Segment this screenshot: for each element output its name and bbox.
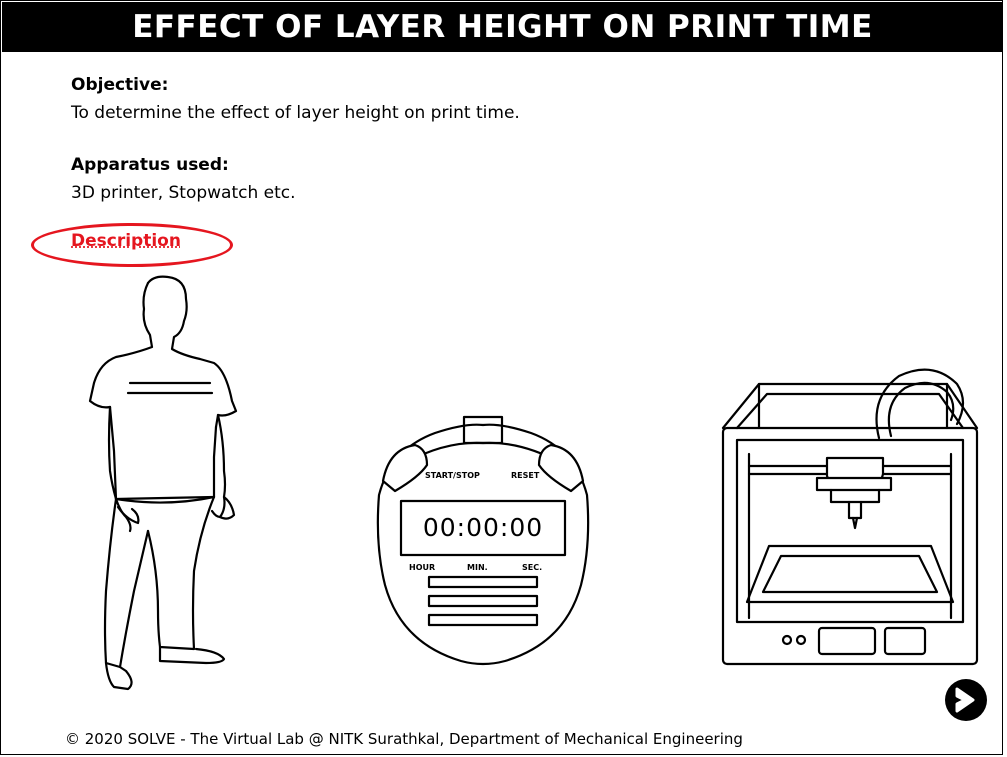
description-link-wrapper[interactable]: Description (31, 223, 233, 267)
page-title: EFFECT OF LAYER HEIGHT ON PRINT TIME (2, 2, 1003, 52)
stopwatch-sec-label: SEC. (522, 563, 543, 572)
objective-heading: Objective: (71, 75, 169, 95)
stopwatch-min-label: MIN. (467, 563, 488, 572)
next-button[interactable] (945, 679, 987, 721)
stopwatch-time-display: 00:00:00 (422, 512, 544, 542)
person-illustration (88, 275, 238, 691)
apparatus-heading: Apparatus used: (71, 155, 229, 175)
stopwatch-hour-label: HOUR (409, 563, 436, 572)
3d-printer-illustration (721, 368, 979, 666)
lab-page: EFFECT OF LAYER HEIGHT ON PRINT TIME Obj… (0, 0, 1003, 755)
objective-text: To determine the effect of layer height … (71, 103, 520, 123)
apparatus-text: 3D printer, Stopwatch etc. (71, 183, 296, 203)
footer-copyright: © 2020 SOLVE - The Virtual Lab @ NITK Su… (65, 730, 743, 748)
arrow-right-icon (955, 687, 975, 713)
description-link[interactable]: Description (71, 231, 181, 251)
stopwatch-start-stop-label: START/STOP (425, 471, 480, 480)
stopwatch-reset-label: RESET (511, 471, 540, 480)
